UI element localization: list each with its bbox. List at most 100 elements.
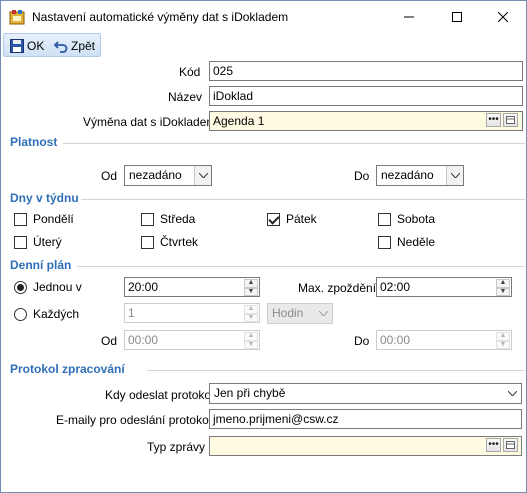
platnost-section-title: Platnost xyxy=(10,135,58,149)
typ-zpravy-lookup-input[interactable] xyxy=(209,436,522,456)
ok-button-label: OK xyxy=(27,39,45,53)
chevron-down-icon xyxy=(194,166,211,185)
max-zpozdeni-input[interactable]: 02:00 ▲ ▼ xyxy=(376,277,512,297)
platnost-od-value: nezadáno xyxy=(129,168,182,182)
checkbox-streda[interactable]: Středa xyxy=(141,212,195,226)
spinner-icon[interactable]: ▲ ▼ xyxy=(244,332,258,349)
emaily-input[interactable]: jmeno.prijmeni@csw.cz xyxy=(209,409,522,429)
checkbox-label: Středa xyxy=(160,212,196,226)
jednou-time-value: 20:00 xyxy=(128,280,159,294)
dialog-window: Nastavení automatické výměny dat s iDokl… xyxy=(0,0,527,493)
vymena-detail-button[interactable] xyxy=(503,113,518,127)
chevron-down-icon xyxy=(315,304,332,323)
checkbox-sobota[interactable]: Sobota xyxy=(378,212,435,226)
dny-divider xyxy=(81,199,525,200)
nazev-input[interactable]: iDoklad xyxy=(209,86,523,106)
spinner-icon[interactable]: ▲ ▼ xyxy=(496,279,510,296)
kazdych-unit-value: Hodin xyxy=(272,306,304,320)
protokol-section-title: Protokol zpracování xyxy=(10,362,125,376)
jednou-time-input[interactable]: 20:00 ▲ ▼ xyxy=(124,277,260,297)
spinner-icon[interactable]: ▲ ▼ xyxy=(244,279,258,296)
kdy-odeslat-value: Jen při chybě xyxy=(214,386,286,400)
checkbox-label: Čtvrtek xyxy=(160,235,199,249)
nazev-label: Název xyxy=(168,90,203,104)
maximize-icon xyxy=(452,11,462,22)
max-zpozdeni-label: Max. zpoždění xyxy=(298,281,377,295)
checkbox-label: Neděle xyxy=(397,235,436,249)
vymena-label: Výměna dat s iDokladem xyxy=(83,115,217,129)
typ-zpravy-detail-button[interactable] xyxy=(503,438,518,452)
radio-label: Jednou v xyxy=(33,280,82,294)
table-icon xyxy=(506,441,515,449)
kod-label: Kód xyxy=(179,65,201,79)
save-icon xyxy=(10,39,24,53)
checkbox-box xyxy=(14,212,27,226)
radio-kazdych[interactable]: Každých xyxy=(14,307,79,321)
chevron-down-icon xyxy=(504,384,521,403)
kazdych-interval-value: 1 xyxy=(128,306,135,320)
platnost-divider xyxy=(63,143,525,144)
kazdych-interval-input[interactable]: 1 ▲ ▼ xyxy=(124,303,260,323)
kdy-odeslat-label: Kdy odeslat protokol xyxy=(105,388,214,402)
app-icon xyxy=(9,10,25,25)
ellipsis-icon: ••• xyxy=(488,439,499,450)
plan-do-time-input[interactable]: 00:00 ▲ ▼ xyxy=(376,330,512,350)
platnost-od-select[interactable]: nezadáno xyxy=(124,165,212,186)
chevron-down-icon xyxy=(446,166,463,185)
checkbox-box xyxy=(141,235,154,249)
platnost-do-select[interactable]: nezadáno xyxy=(376,165,464,186)
close-icon xyxy=(498,11,508,22)
window-title: Nastavení automatické výměny dat s iDokl… xyxy=(32,10,289,24)
checkbox-pondeli[interactable]: Pondělí xyxy=(14,212,74,226)
radio-jednou[interactable]: Jednou v xyxy=(14,280,82,294)
max-zpozdeni-value: 02:00 xyxy=(380,280,411,294)
platnost-do-label: Do xyxy=(354,169,370,183)
checkbox-label: Úterý xyxy=(33,235,62,249)
emaily-label: E-maily pro odeslání protokolu xyxy=(56,413,219,427)
checkbox-nedele[interactable]: Neděle xyxy=(378,235,435,249)
checkbox-utery[interactable]: Úterý xyxy=(14,235,62,249)
kazdych-unit-select[interactable]: Hodin xyxy=(267,303,333,324)
checkbox-box xyxy=(378,235,391,249)
typ-zpravy-browse-button[interactable]: ••• xyxy=(486,438,501,452)
toolbar-panel: OK Zpět xyxy=(3,33,101,57)
plan-od-time-input[interactable]: 00:00 ▲ ▼ xyxy=(124,330,260,350)
radio-circle-selected xyxy=(14,280,27,294)
vymena-browse-button[interactable]: ••• xyxy=(486,113,501,127)
platnost-do-value: nezadáno xyxy=(381,168,434,182)
spinner-icon[interactable]: ▲ ▼ xyxy=(496,332,510,349)
plan-od-label: Od xyxy=(101,334,118,348)
protokol-divider xyxy=(147,370,525,371)
plan-do-label: Do xyxy=(354,334,370,348)
title-bar: Nastavení automatické výměny dat s iDokl… xyxy=(1,1,526,32)
checkbox-label: Sobota xyxy=(397,212,436,226)
checkbox-label: Pátek xyxy=(286,212,317,226)
table-icon xyxy=(506,116,515,124)
spinner-icon[interactable]: ▲ ▼ xyxy=(244,305,258,322)
checkbox-box xyxy=(14,235,27,249)
plan-section-title: Denní plán xyxy=(10,258,72,272)
maximize-button[interactable] xyxy=(434,1,480,32)
checkbox-ctvrtek[interactable]: Čtvrtek xyxy=(141,235,198,249)
checkbox-box xyxy=(141,212,154,226)
ellipsis-icon: ••• xyxy=(488,114,499,125)
plan-od-time-value: 00:00 xyxy=(128,333,159,347)
platnost-od-label: Od xyxy=(101,169,118,183)
vymena-lookup-input[interactable]: Agenda 1 xyxy=(209,111,523,131)
kod-input[interactable]: 025 xyxy=(209,61,523,81)
typ-zpravy-label: Typ zprávy xyxy=(147,440,206,454)
radio-label: Každých xyxy=(33,307,80,321)
kdy-odeslat-select[interactable]: Jen při chybě xyxy=(209,383,522,404)
minimize-icon xyxy=(404,16,414,17)
close-button[interactable] xyxy=(480,1,526,32)
checkbox-box-checked xyxy=(267,212,280,226)
ok-button[interactable]: OK xyxy=(10,39,44,53)
plan-divider xyxy=(77,266,525,267)
dny-section-title: Dny v týdnu xyxy=(10,191,79,205)
minimize-button[interactable] xyxy=(386,1,432,32)
checkbox-box xyxy=(378,212,391,226)
plan-do-time-value: 00:00 xyxy=(380,333,411,347)
checkbox-patek[interactable]: Pátek xyxy=(267,212,317,226)
back-button[interactable]: Zpět xyxy=(54,39,95,53)
undo-icon xyxy=(54,41,68,53)
